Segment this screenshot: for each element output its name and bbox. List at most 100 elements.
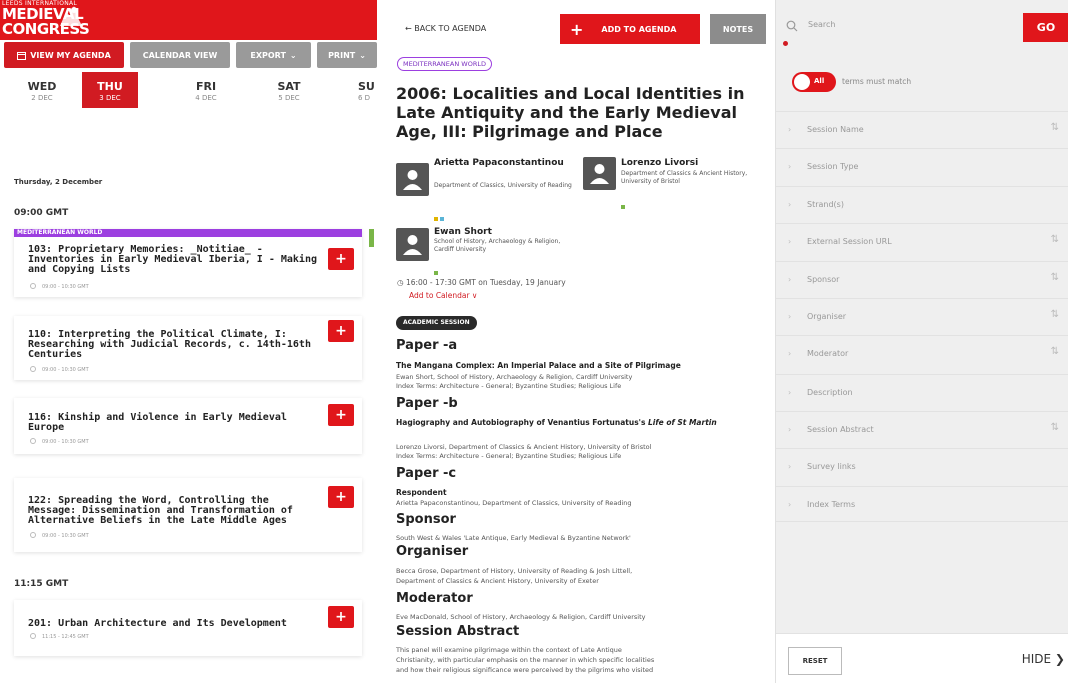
filter-row-session-abstract[interactable]: › Session Abstract ⇅ (776, 411, 1068, 447)
filter-row-description[interactable]: › Description (776, 374, 1068, 410)
sort-icon[interactable]: ⇅ (1051, 122, 1059, 133)
respondent-label: Respondent (396, 488, 447, 497)
session-title[interactable]: 122: Spreading the Word, Controlling the… (28, 496, 318, 526)
session-title[interactable]: 110: Interpreting the Political Climate,… (28, 330, 318, 360)
strand-pill[interactable]: MEDITERRANEAN WORLD (397, 57, 492, 71)
add-to-calendar-dropdown[interactable]: Add to Calendar ∨ (409, 291, 477, 300)
paper-b-heading: Paper -b (396, 396, 458, 411)
moderator-heading: Moderator (396, 591, 473, 606)
sort-icon[interactable]: ⇅ (1051, 422, 1059, 433)
clock-icon (30, 532, 36, 538)
session-time: 09:00 - 10:30 GMT (42, 533, 89, 539)
session-card[interactable]: MEDITERRANEAN WORLD 103: Proprietary Mem… (14, 229, 362, 297)
day-name: THU (97, 80, 123, 93)
strand-tag: MEDITERRANEAN WORLD (14, 229, 362, 237)
filter-row-external-url[interactable]: › External Session URL ⇅ (776, 223, 1068, 259)
organiser-text-2: Department of Classics & Ancient History… (396, 577, 599, 585)
chevron-down-icon: ⌄ (289, 50, 297, 60)
chevron-right-icon: › (788, 462, 792, 471)
participant-card[interactable]: Ewan Short School of History, Archaeolog… (396, 226, 576, 275)
filter-row-strands[interactable]: › Strand(s) (776, 186, 1068, 222)
filter-row-organiser[interactable]: › Organiser ⇅ (776, 298, 1068, 334)
filter-label: Session Abstract (807, 425, 874, 434)
avatar (396, 163, 429, 196)
app-root: LEEDS INTERNATIONAL MEDIEVAL CONGRESS VI… (0, 0, 1068, 683)
add-to-agenda-button[interactable]: + ADD TO AGENDA (560, 14, 700, 44)
session-time: 11:15 - 12:45 GMT (42, 634, 89, 640)
view-my-agenda-button[interactable]: VIEW MY AGENDA (4, 42, 124, 68)
filter-label: Sponsor (807, 275, 840, 284)
filter-panel: Search GO All terms must match › Session… (775, 0, 1068, 683)
sponsor-text: South West & Wales 'Late Antique, Early … (396, 534, 631, 542)
filter-label: Session Type (807, 162, 859, 171)
session-title[interactable]: 103: Proprietary Memories: _Notitiae_ - … (28, 245, 318, 275)
session-card[interactable]: 116: Kinship and Violence in Early Medie… (14, 398, 362, 454)
strand-dots (434, 260, 454, 275)
chevron-right-icon: › (788, 349, 792, 358)
tab-sat[interactable]: SAT 5 DEC (261, 72, 317, 108)
tab-thu[interactable]: THU 3 DEC (82, 72, 138, 108)
filter-row-session-name[interactable]: › Session Name ⇅ (776, 111, 1068, 147)
toggle-label: All (814, 77, 825, 85)
calendar-view-button[interactable]: CALENDAR VIEW (130, 42, 230, 68)
print-dropdown[interactable]: PRINT ⌄ (317, 42, 377, 68)
filter-label: Organiser (807, 312, 847, 321)
filter-row-survey-links[interactable]: › Survey links (776, 448, 1068, 484)
session-title[interactable]: 116: Kinship and Violence in Early Medie… (28, 413, 318, 433)
filter-row-moderator[interactable]: › Moderator ⇅ (776, 335, 1068, 371)
paper-a-author: Ewan Short, School of History, Archaeolo… (396, 373, 633, 381)
add-session-button[interactable]: + (328, 404, 354, 426)
session-title[interactable]: 201: Urban Architecture and Its Developm… (28, 619, 328, 629)
time-heading: 09:00 GMT (14, 208, 69, 218)
session-time-text: 16:00 - 17:30 GMT on Tuesday, 19 January (405, 278, 566, 287)
person-icon (590, 164, 609, 184)
hide-panel-button[interactable]: HIDE ❯ (1022, 652, 1065, 666)
sort-icon[interactable]: ⇅ (1051, 272, 1059, 283)
sort-icon[interactable]: ⇅ (1051, 234, 1059, 245)
reset-button[interactable]: RESET (788, 647, 842, 675)
session-card[interactable]: 110: Interpreting the Political Climate,… (14, 316, 362, 380)
plus-icon: + (570, 19, 584, 39)
add-session-button[interactable]: + (328, 606, 354, 628)
add-session-button[interactable]: + (328, 320, 354, 342)
participant-affiliation: Department of Classics & Ancient History… (621, 170, 748, 185)
view-my-agenda-label: VIEW MY AGENDA (30, 50, 111, 60)
participant-affiliation: School of History, Archaeology & Religio… (434, 238, 561, 253)
session-card[interactable]: 122: Spreading the Word, Controlling the… (14, 478, 362, 552)
chevron-right-icon: › (788, 162, 792, 171)
chevron-right-icon: › (788, 200, 792, 209)
export-dropdown[interactable]: EXPORT ⌄ (236, 42, 311, 68)
sort-icon[interactable]: ⇅ (1051, 309, 1059, 320)
match-toggle[interactable]: All (792, 72, 836, 92)
sort-icon[interactable]: ⇅ (1051, 346, 1059, 357)
filter-row-index-terms[interactable]: › Index Terms (776, 486, 1068, 522)
search-input[interactable]: Search (808, 20, 835, 29)
participant-card[interactable]: Lorenzo Livorsi Department of Classics &… (583, 157, 763, 209)
avatar (583, 157, 616, 190)
session-type-badge: ACADEMIC SESSION (396, 316, 477, 330)
filter-row-session-type[interactable]: › Session Type (776, 148, 1068, 184)
go-button[interactable]: GO (1023, 13, 1068, 42)
tab-fri[interactable]: FRI 4 DEC (178, 72, 234, 108)
add-session-button[interactable]: + (328, 486, 354, 508)
paper-a-index: Index Terms: Architecture - General; Byz… (396, 382, 622, 390)
add-session-button[interactable]: + (328, 248, 354, 270)
participant-affiliation: Department of Classics, University of Re… (434, 182, 572, 189)
sponsor-heading: Sponsor (396, 512, 456, 527)
paper-b-title-text: Hagiography and Autobiography of Venanti… (396, 418, 649, 427)
participant-card[interactable]: Arietta Papaconstantinou Department of C… (396, 157, 576, 221)
chevron-right-icon: › (788, 312, 792, 321)
tab-sun[interactable]: SU 6 D (344, 72, 377, 108)
chevron-down-icon: ⌄ (359, 50, 366, 60)
knight-figure-icon (60, 6, 82, 26)
tab-wed[interactable]: WED 2 DEC (14, 72, 70, 108)
strand-dot (434, 217, 438, 221)
paper-c-heading: Paper -c (396, 466, 457, 481)
notes-button[interactable]: NOTES (710, 14, 766, 44)
back-to-agenda-link[interactable]: ← BACK TO AGENDA (405, 24, 486, 33)
session-card[interactable]: 201: Urban Architecture and Its Developm… (14, 600, 362, 656)
filter-row-sponsor[interactable]: › Sponsor ⇅ (776, 261, 1068, 297)
abstract-line-3: and how their religious significance wer… (396, 666, 654, 674)
day-tabs: WED 2 DEC THU 3 DEC FRI 4 DEC SAT 5 DEC … (0, 72, 377, 110)
calendar-icon (17, 51, 27, 60)
